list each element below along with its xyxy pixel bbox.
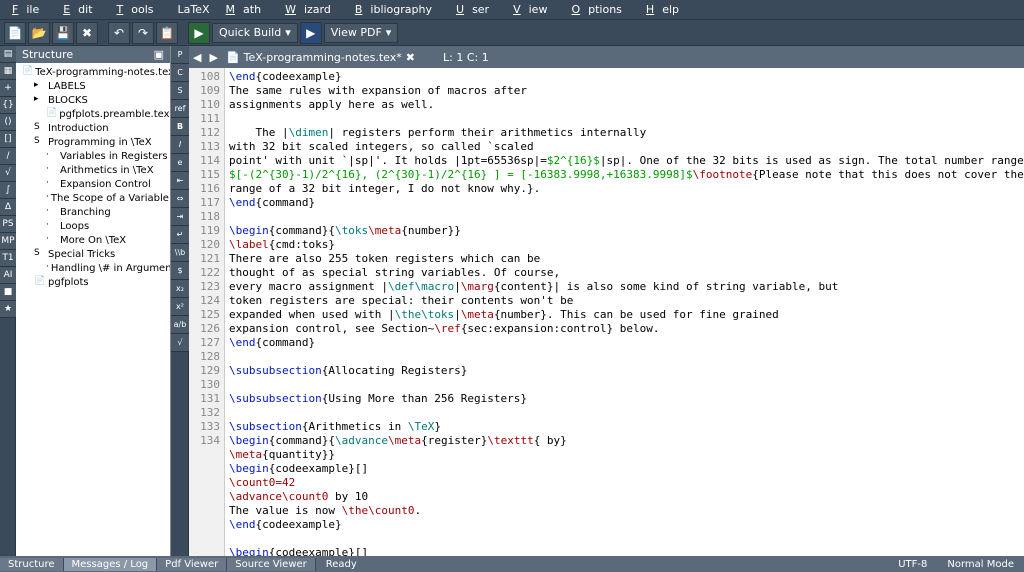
status-structure-tab[interactable]: Structure	[0, 558, 64, 571]
menu-user[interactable]: User	[448, 1, 505, 18]
file-icon: 📄	[226, 51, 240, 64]
left-tool-sidebar: ▤ ▦ + {} () [] / √ ∫ ∆ PS MP T1 AI ■ ★	[0, 46, 16, 556]
build-icon[interactable]: ▶	[188, 22, 210, 44]
tree-item[interactable]: ·Arithmetics in \TeX	[18, 163, 168, 177]
status-encoding: UTF-8	[888, 559, 937, 570]
emph-icon[interactable]: e	[171, 154, 189, 172]
tree-item[interactable]: SSpecial Tricks	[18, 247, 168, 261]
sidebar-btn[interactable]: MP	[0, 233, 16, 250]
sqrt-icon[interactable]: √	[171, 334, 189, 352]
chevron-down-icon: ▾	[285, 26, 291, 39]
main-toolbar: 📄 📂 💾 ✖ ↶ ↷ 📋 ▶ Quick Build▾ ▶ View PDF▾	[0, 20, 1024, 46]
part-icon[interactable]: P	[171, 46, 189, 64]
sidebar-btn[interactable]: ∆	[0, 199, 16, 216]
nav-back-icon[interactable]: ◀	[193, 51, 201, 64]
tree-item[interactable]: ·Loops	[18, 219, 168, 233]
statusbar: Structure Messages / Log Pdf Viewer Sour…	[0, 556, 1024, 572]
sidebar-btn[interactable]: AI	[0, 267, 16, 284]
status-pdfviewer-tab[interactable]: Pdf Viewer	[157, 558, 227, 571]
frac-icon[interactable]: a/b	[171, 316, 189, 334]
tree-item[interactable]: SProgramming in \TeX	[18, 135, 168, 149]
newline-icon[interactable]: ↵	[171, 226, 189, 244]
sidebar-btn[interactable]: +	[0, 80, 16, 97]
sidebar-btn[interactable]: []	[0, 131, 16, 148]
open-file-icon[interactable]: 📂	[28, 22, 50, 44]
chevron-down-icon: ▾	[386, 26, 392, 39]
new-file-icon[interactable]: 📄	[4, 22, 26, 44]
sidebar-btn[interactable]: ■	[0, 284, 16, 301]
status-mode: Normal Mode	[937, 559, 1024, 570]
nav-fwd-icon[interactable]: ▶	[209, 51, 217, 64]
line-gutter: 108 109 110 111 112 113 114 115 116 117 …	[189, 68, 225, 556]
copy-icon[interactable]: 📋	[156, 22, 178, 44]
menu-edit[interactable]: Edit	[55, 1, 108, 18]
viewpdf-dropdown[interactable]: View PDF▾	[324, 23, 399, 43]
sidebar-btn[interactable]: ▤	[0, 46, 16, 63]
undo-icon[interactable]: ↶	[108, 22, 130, 44]
structure-panel: Structure ▣ 📄TeX-programming-notes.tex▸L…	[16, 46, 171, 556]
menu-latex[interactable]: LaTeX	[170, 1, 218, 18]
menu-bibliography[interactable]: Bibliography	[347, 1, 448, 18]
tree-item[interactable]: ·More On \TeX	[18, 233, 168, 247]
structure-tree[interactable]: 📄TeX-programming-notes.tex▸LABELS▸BLOCKS…	[16, 63, 170, 556]
structure-header: Structure ▣	[16, 46, 170, 63]
tree-item[interactable]: 📄pgfplots.preamble.tex	[18, 107, 168, 121]
tree-item[interactable]: 📄pgfplots	[18, 275, 168, 289]
menu-options[interactable]: Options	[563, 1, 637, 18]
status-source-tab[interactable]: Source Viewer	[227, 558, 316, 571]
cursor-pos: L: 1 C: 1	[443, 51, 489, 64]
sidebar-btn[interactable]: ()	[0, 114, 16, 131]
sidebar-btn[interactable]: PS	[0, 216, 16, 233]
menu-view[interactable]: View	[505, 1, 563, 18]
env-icon[interactable]: \\b	[171, 244, 189, 262]
editor-tab[interactable]: 📄 TeX-programming-notes.tex* ✖	[226, 51, 415, 64]
menu-help[interactable]: Help	[638, 1, 695, 18]
sidebar-btn[interactable]: T1	[0, 250, 16, 267]
sidebar-btn[interactable]: ★	[0, 301, 16, 318]
quickbuild-dropdown[interactable]: Quick Build▾	[212, 23, 298, 43]
close-icon[interactable]: ✖	[76, 22, 98, 44]
tree-item[interactable]: ·Variables in Registers	[18, 149, 168, 163]
italic-icon[interactable]: I	[171, 136, 189, 154]
editor-area: ◀ ▶ 📄 TeX-programming-notes.tex* ✖ L: 1 …	[189, 46, 1024, 556]
center-icon[interactable]: ⇔	[171, 190, 189, 208]
editor-tabs: ◀ ▶ 📄 TeX-programming-notes.tex* ✖ L: 1 …	[189, 46, 1024, 68]
editor-tool-sidebar: P C S ref B I e ⇤ ⇔ ⇥ ↵ \\b $ x₂ x² a/b …	[171, 46, 189, 556]
menubar: File Edit Tools LaTeX Math Wizard Biblio…	[0, 0, 1024, 20]
sidebar-btn[interactable]: √	[0, 165, 16, 182]
sidebar-btn[interactable]: ▦	[0, 63, 16, 80]
view-icon[interactable]: ▶	[300, 22, 322, 44]
tree-item[interactable]: ·Expansion Control	[18, 177, 168, 191]
status-ready: Ready	[316, 559, 888, 570]
tree-item[interactable]: 📄TeX-programming-notes.tex	[18, 65, 168, 79]
menu-tools[interactable]: Tools	[109, 1, 170, 18]
sup-icon[interactable]: x²	[171, 298, 189, 316]
tree-item[interactable]: SIntroduction	[18, 121, 168, 135]
code-editor[interactable]: \end{codeexample} The same rules with ex…	[225, 68, 1024, 556]
tree-item[interactable]: ▸LABELS	[18, 79, 168, 93]
menu-math[interactable]: Math	[218, 1, 278, 18]
menu-wizard[interactable]: Wizard	[277, 1, 347, 18]
redo-icon[interactable]: ↷	[132, 22, 154, 44]
chapter-icon[interactable]: C	[171, 64, 189, 82]
section-icon[interactable]: S	[171, 82, 189, 100]
tab-close-icon[interactable]: ✖	[406, 51, 415, 64]
sidebar-btn[interactable]: ∫	[0, 182, 16, 199]
menu-file[interactable]: File	[4, 1, 55, 18]
ref-icon[interactable]: ref	[171, 100, 189, 118]
sub-icon[interactable]: x₂	[171, 280, 189, 298]
bold-icon[interactable]: B	[171, 118, 189, 136]
tree-item[interactable]: ·Handling \# in Arguments	[18, 261, 168, 275]
save-icon[interactable]: 💾	[52, 22, 74, 44]
sidebar-btn[interactable]: {}	[0, 97, 16, 114]
status-messages-tab[interactable]: Messages / Log	[64, 558, 158, 571]
math-icon[interactable]: $	[171, 262, 189, 280]
sidebar-btn[interactable]: /	[0, 148, 16, 165]
tree-item[interactable]: ·Branching	[18, 205, 168, 219]
tree-item[interactable]: ·The Scope of a Variable	[18, 191, 168, 205]
panel-close-icon[interactable]: ▣	[154, 48, 164, 61]
tree-item[interactable]: ▸BLOCKS	[18, 93, 168, 107]
right-icon[interactable]: ⇥	[171, 208, 189, 226]
left-icon[interactable]: ⇤	[171, 172, 189, 190]
